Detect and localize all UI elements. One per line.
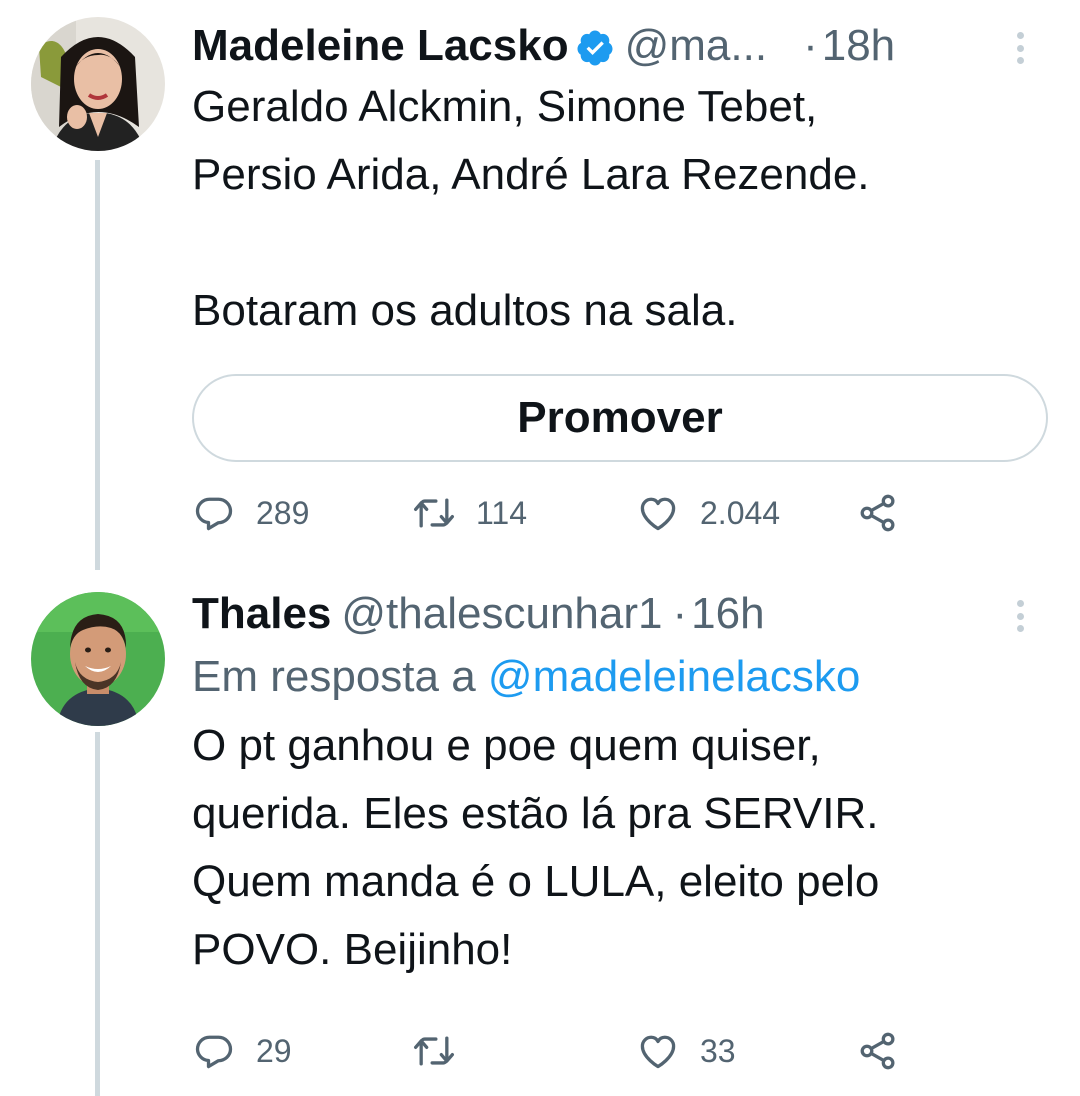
tweet-text: Geraldo Alckmin, Simone Tebet, Persio Ar… — [192, 82, 870, 335]
reply-button[interactable]: 29 — [192, 1026, 292, 1076]
like-count: 33 — [700, 1032, 736, 1069]
share-button[interactable] — [856, 1026, 900, 1076]
avatar[interactable] — [31, 592, 165, 726]
display-name[interactable]: Thales — [192, 586, 331, 642]
timestamp[interactable]: 16h — [691, 586, 764, 642]
retweet-button[interactable]: 114 — [412, 488, 527, 538]
user-handle[interactable]: @ma... — [625, 18, 767, 74]
retweet-button[interactable] — [412, 1026, 476, 1076]
tweet-actions: 289 114 2.044 — [192, 488, 912, 538]
more-options-icon[interactable] — [1008, 28, 1032, 68]
reply-button[interactable]: 289 — [192, 488, 309, 538]
mention-link[interactable]: @madeleinelacsko — [488, 652, 860, 701]
tweet-header: Thales @thalescunhar1 · 16h — [192, 586, 1050, 642]
thread-connector-line — [95, 160, 100, 570]
separator-dot: · — [672, 589, 688, 638]
reply-count: 29 — [256, 1032, 292, 1069]
timestamp[interactable]: 18h — [822, 18, 895, 74]
tweet-actions: 29 33 — [192, 1026, 912, 1076]
retweet-icon — [414, 1036, 454, 1066]
reply-icon — [195, 497, 233, 531]
like-button[interactable]: 33 — [636, 1026, 736, 1076]
user-handle[interactable]: @thalescunhar1 — [341, 586, 662, 642]
reply-prefix: Em resposta a — [192, 652, 476, 701]
verified-badge-icon — [575, 26, 615, 66]
reply-icon — [195, 1035, 233, 1069]
avatar[interactable] — [31, 17, 165, 151]
tweet-text: O pt ganhou e poe quem quiser, querida. … — [192, 721, 880, 974]
tweet-body: Thales @thalescunhar1 · 16h Em resposta … — [192, 586, 1050, 984]
tweet-thread: Madeleine Lacsko @ma... · 18h Geraldo Al… — [0, 0, 1080, 1096]
heart-icon — [640, 497, 676, 531]
share-icon — [860, 1032, 895, 1070]
separator-dot: · — [803, 21, 818, 70]
heart-icon — [640, 1035, 676, 1069]
share-button[interactable] — [856, 488, 900, 538]
more-options-icon[interactable] — [1008, 596, 1032, 636]
retweet-icon — [414, 498, 454, 528]
retweet-count: 114 — [476, 494, 528, 531]
share-icon — [860, 494, 895, 532]
display-name[interactable]: Madeleine Lacsko — [192, 18, 569, 74]
reply-context: Em resposta a @madeleinelacsko — [192, 648, 1050, 706]
like-count: 2.044 — [700, 494, 781, 531]
reply-count: 289 — [256, 494, 310, 531]
thread-connector-line — [95, 732, 100, 1096]
like-button[interactable]: 2.044 — [636, 488, 780, 538]
tweet-header: Madeleine Lacsko @ma... · 18h — [192, 18, 1050, 74]
tweet-body: Madeleine Lacsko @ma... · 18h Geraldo Al… — [192, 18, 1050, 345]
promote-button[interactable]: Promover — [192, 374, 1048, 462]
